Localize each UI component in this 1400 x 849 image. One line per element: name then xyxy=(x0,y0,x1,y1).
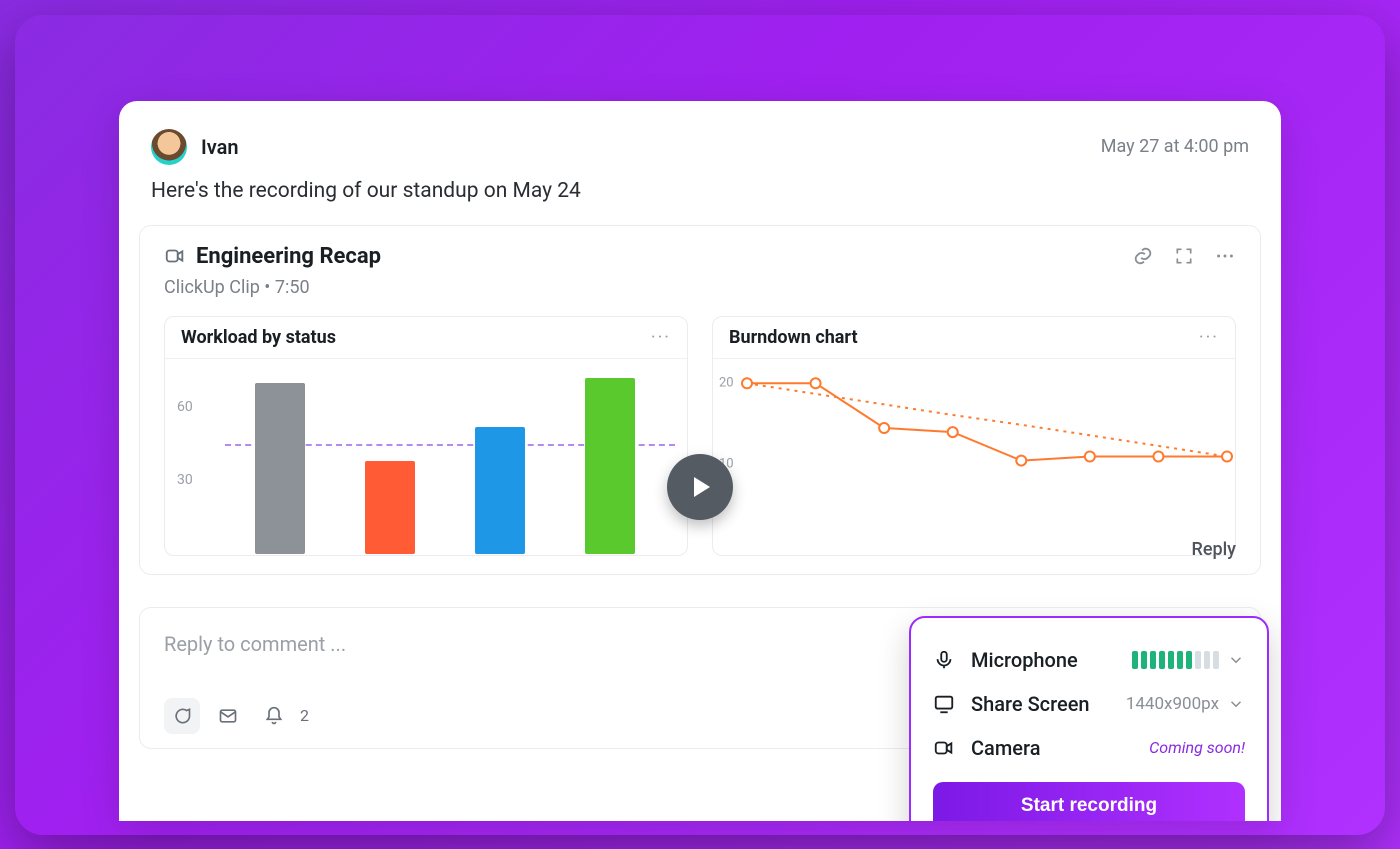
bell-icon[interactable] xyxy=(256,698,292,734)
level-bar xyxy=(1195,651,1201,669)
clip-title: Engineering Recap xyxy=(196,244,381,269)
comment-body: Here's the recording of our standup on M… xyxy=(119,175,1281,215)
screen-icon xyxy=(933,693,955,715)
video-icon xyxy=(164,245,186,267)
record-mic-row[interactable]: Microphone xyxy=(933,638,1245,682)
comment-header: Ivan May 27 at 4:00 pm xyxy=(119,101,1281,175)
app-content: Ivan May 27 at 4:00 pm Here's the record… xyxy=(119,101,1281,821)
clip-sep: • xyxy=(260,277,275,298)
bell-count: 2 xyxy=(300,706,309,725)
mic-level-meter xyxy=(1132,651,1219,669)
camera-note: Coming soon! xyxy=(1149,738,1245,757)
camera-icon xyxy=(933,737,955,759)
level-bar xyxy=(1159,651,1165,669)
comment-author: Ivan xyxy=(201,135,239,159)
bar xyxy=(365,461,415,554)
bar xyxy=(255,383,305,554)
chevron-down-icon[interactable] xyxy=(1227,695,1245,713)
burndown-panel: Burndown chart ··· 1020 xyxy=(712,316,1236,556)
record-share-row[interactable]: Share Screen 1440x900px xyxy=(933,682,1245,726)
mail-icon[interactable] xyxy=(210,698,246,734)
workload-title: Workload by status xyxy=(181,327,336,348)
record-camera-row: Camera Coming soon! xyxy=(933,726,1245,770)
clip-subtitle: ClickUp Clip • 7:50 xyxy=(164,277,1236,298)
clip-card: Engineering Recap ClickUp Clip • 7:50 Wo… xyxy=(139,225,1261,575)
play-button[interactable] xyxy=(667,454,733,520)
app-frame: Ivan May 27 at 4:00 pm Here's the record… xyxy=(15,15,1385,835)
clip-source: ClickUp Clip xyxy=(164,277,260,298)
reply-button[interactable]: Reply xyxy=(1192,539,1237,560)
level-bar xyxy=(1186,651,1192,669)
clip-actions xyxy=(1132,245,1236,267)
burndown-chart: 1020 xyxy=(713,359,1235,554)
mic-icon xyxy=(933,649,955,671)
record-share-value: 1440x900px xyxy=(1126,694,1219,714)
more-icon[interactable] xyxy=(1214,245,1236,267)
start-recording-button[interactable]: Start recording xyxy=(933,782,1245,821)
burndown-title: Burndown chart xyxy=(729,327,858,348)
charts-row: Workload by status ··· 30 60 Burndown cha… xyxy=(164,316,1236,556)
record-popover: Microphone Share Screen 1440x900px Camer… xyxy=(909,616,1269,821)
record-mic-label: Microphone xyxy=(971,648,1078,672)
level-bar xyxy=(1132,651,1138,669)
chat-bubble-icon[interactable] xyxy=(164,698,200,734)
bar-chart: 30 60 xyxy=(165,359,687,554)
record-camera-label: Camera xyxy=(971,736,1040,760)
expand-icon[interactable] xyxy=(1174,245,1194,267)
avatar xyxy=(151,129,187,165)
panel-more-icon[interactable]: ··· xyxy=(651,327,671,348)
chevron-down-icon[interactable] xyxy=(1227,651,1245,669)
link-icon[interactable] xyxy=(1132,245,1154,267)
y-tick: 60 xyxy=(177,399,193,415)
workload-panel: Workload by status ··· 30 60 xyxy=(164,316,688,556)
level-bar xyxy=(1213,651,1219,669)
level-bar xyxy=(1141,651,1147,669)
comment-timestamp: May 27 at 4:00 pm xyxy=(1101,136,1249,157)
bar xyxy=(475,427,525,554)
level-bar xyxy=(1168,651,1174,669)
y-tick: 30 xyxy=(177,472,193,488)
level-bar xyxy=(1177,651,1183,669)
level-bar xyxy=(1150,651,1156,669)
panel-more-icon[interactable]: ··· xyxy=(1199,327,1219,348)
bar xyxy=(585,378,635,554)
record-share-label: Share Screen xyxy=(971,692,1090,716)
clip-duration: 7:50 xyxy=(275,277,310,298)
level-bar xyxy=(1204,651,1210,669)
